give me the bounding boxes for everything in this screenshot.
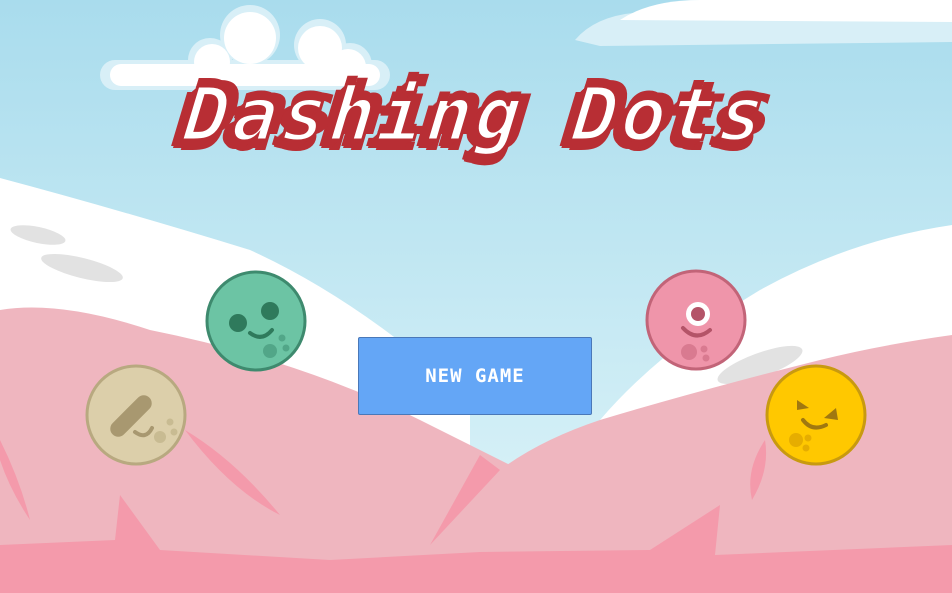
pink-dot-character <box>645 269 747 371</box>
beige-dot-character <box>85 364 187 466</box>
new-game-button[interactable]: NEW GAME <box>358 337 592 415</box>
green-dot-character <box>205 270 307 372</box>
yellow-dot-character <box>765 364 867 466</box>
cloud-right-highlight <box>620 0 952 22</box>
game-title: Dashing Dots <box>179 71 774 160</box>
